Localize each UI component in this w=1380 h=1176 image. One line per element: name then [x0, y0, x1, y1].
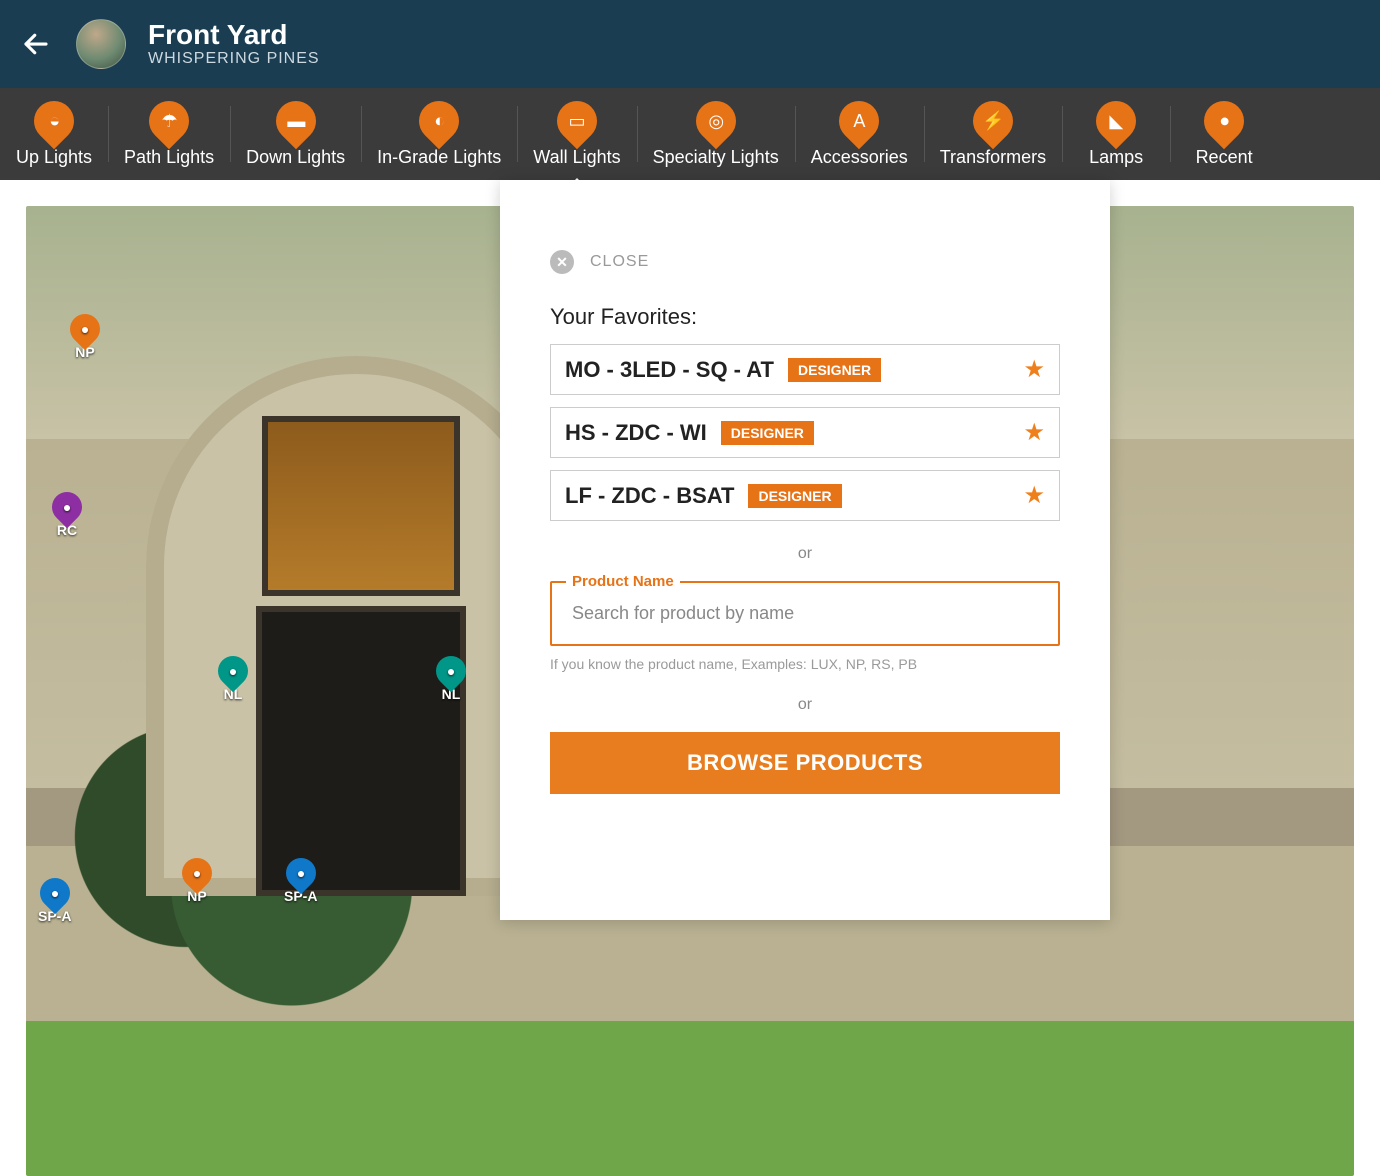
category-icon: ⚡: [965, 92, 1022, 149]
back-button[interactable]: [18, 26, 54, 62]
category-label: Transformers: [940, 147, 1046, 168]
page-subtitle: WHISPERING PINES: [148, 50, 320, 68]
marker-pin-icon: ●: [176, 852, 218, 894]
category-label: In-Grade Lights: [377, 147, 501, 168]
title-block: Front Yard WHISPERING PINES: [148, 20, 320, 67]
arrow-left-icon: [21, 29, 51, 59]
category-icon: ◎: [687, 92, 744, 149]
page-title: Front Yard: [148, 20, 320, 49]
category-path-lights[interactable]: ☂Path Lights: [108, 88, 230, 180]
upper-window: [262, 416, 460, 596]
category-icon: ◣: [1088, 92, 1145, 149]
marker-pin-icon: ●: [64, 308, 106, 350]
category-label: Accessories: [811, 147, 908, 168]
category-label: Recent: [1196, 147, 1253, 168]
category-icon: ●: [1196, 92, 1253, 149]
category-icon: ▭: [549, 92, 606, 149]
marker-pin-icon: ●: [46, 486, 88, 528]
category-icon: ◐: [411, 92, 468, 149]
category-in-grade-lights[interactable]: ◐In-Grade Lights: [361, 88, 517, 180]
front-doors: [256, 606, 466, 896]
category-label: Wall Lights: [533, 147, 620, 168]
category-icon: ☂: [141, 92, 198, 149]
product-name-field[interactable]: Product Name: [550, 581, 1060, 646]
close-panel-button[interactable]: ✕ CLOSE: [550, 250, 1060, 274]
category-down-lights[interactable]: ▬Down Lights: [230, 88, 361, 180]
category-bar: ◒Up Lights☂Path Lights▬Down Lights◐In-Gr…: [0, 88, 1380, 180]
favorites-heading: Your Favorites:: [550, 304, 1060, 330]
scene-marker-nl[interactable]: ●NL: [436, 656, 466, 702]
category-label: Up Lights: [16, 147, 92, 168]
category-label: Specialty Lights: [653, 147, 779, 168]
category-icon: ◒: [26, 92, 83, 149]
search-hint: If you know the product name, Examples: …: [550, 656, 1060, 672]
search-input[interactable]: [552, 583, 1058, 644]
star-icon[interactable]: ★: [1023, 481, 1045, 510]
close-icon: ✕: [550, 250, 574, 274]
category-accessories[interactable]: AAccessories: [795, 88, 924, 180]
favorite-name: HS - ZDC - WI: [565, 420, 707, 446]
or-divider-2: or: [550, 696, 1060, 714]
star-icon[interactable]: ★: [1023, 418, 1045, 447]
category-icon: ▬: [267, 92, 324, 149]
project-avatar[interactable]: [76, 19, 126, 69]
category-specialty-lights[interactable]: ◎Specialty Lights: [637, 88, 795, 180]
category-icon: A: [831, 92, 888, 149]
marker-pin-icon: ●: [212, 650, 254, 692]
app-header: Front Yard WHISPERING PINES: [0, 0, 1380, 88]
product-panel: ✕ CLOSE Your Favorites: MO - 3LED - SQ -…: [500, 180, 1110, 920]
category-up-lights[interactable]: ◒Up Lights: [0, 88, 108, 180]
scene-marker-sp-a[interactable]: ●SP-A: [38, 878, 71, 924]
design-stage: ●NP ●RC ●NL ●NL ●NP ●SP-A ●SP-A ✕ CLOSE Your F…: [0, 180, 1380, 1176]
category-recent[interactable]: ●Recent: [1170, 88, 1278, 180]
scene-marker-sp-a[interactable]: ●SP-A: [284, 858, 317, 904]
favorite-item[interactable]: MO - 3LED - SQ - AT DESIGNER ★: [550, 344, 1060, 395]
designer-badge: DESIGNER: [788, 358, 881, 382]
category-label: Path Lights: [124, 147, 214, 168]
category-wall-lights[interactable]: ▭Wall Lights: [517, 88, 636, 180]
star-icon[interactable]: ★: [1023, 355, 1045, 384]
scene-marker-rc[interactable]: ●RC: [52, 492, 82, 538]
favorite-item[interactable]: HS - ZDC - WI DESIGNER ★: [550, 407, 1060, 458]
category-label: Lamps: [1089, 147, 1143, 168]
or-divider: or: [550, 545, 1060, 563]
designer-badge: DESIGNER: [721, 421, 814, 445]
designer-badge: DESIGNER: [748, 484, 841, 508]
favorite-name: MO - 3LED - SQ - AT: [565, 357, 774, 383]
favorite-name: LF - ZDC - BSAT: [565, 483, 734, 509]
marker-pin-icon: ●: [430, 650, 472, 692]
scene-marker-np[interactable]: ●NP: [182, 858, 212, 904]
field-legend: Product Name: [566, 573, 680, 590]
favorite-item[interactable]: LF - ZDC - BSAT DESIGNER ★: [550, 470, 1060, 521]
category-transformers[interactable]: ⚡Transformers: [924, 88, 1062, 180]
scene-marker-np[interactable]: ●NP: [70, 314, 100, 360]
browse-products-button[interactable]: BROWSE PRODUCTS: [550, 732, 1060, 794]
close-label: CLOSE: [590, 253, 649, 271]
scene-marker-nl[interactable]: ●NL: [218, 656, 248, 702]
category-lamps[interactable]: ◣Lamps: [1062, 88, 1170, 180]
